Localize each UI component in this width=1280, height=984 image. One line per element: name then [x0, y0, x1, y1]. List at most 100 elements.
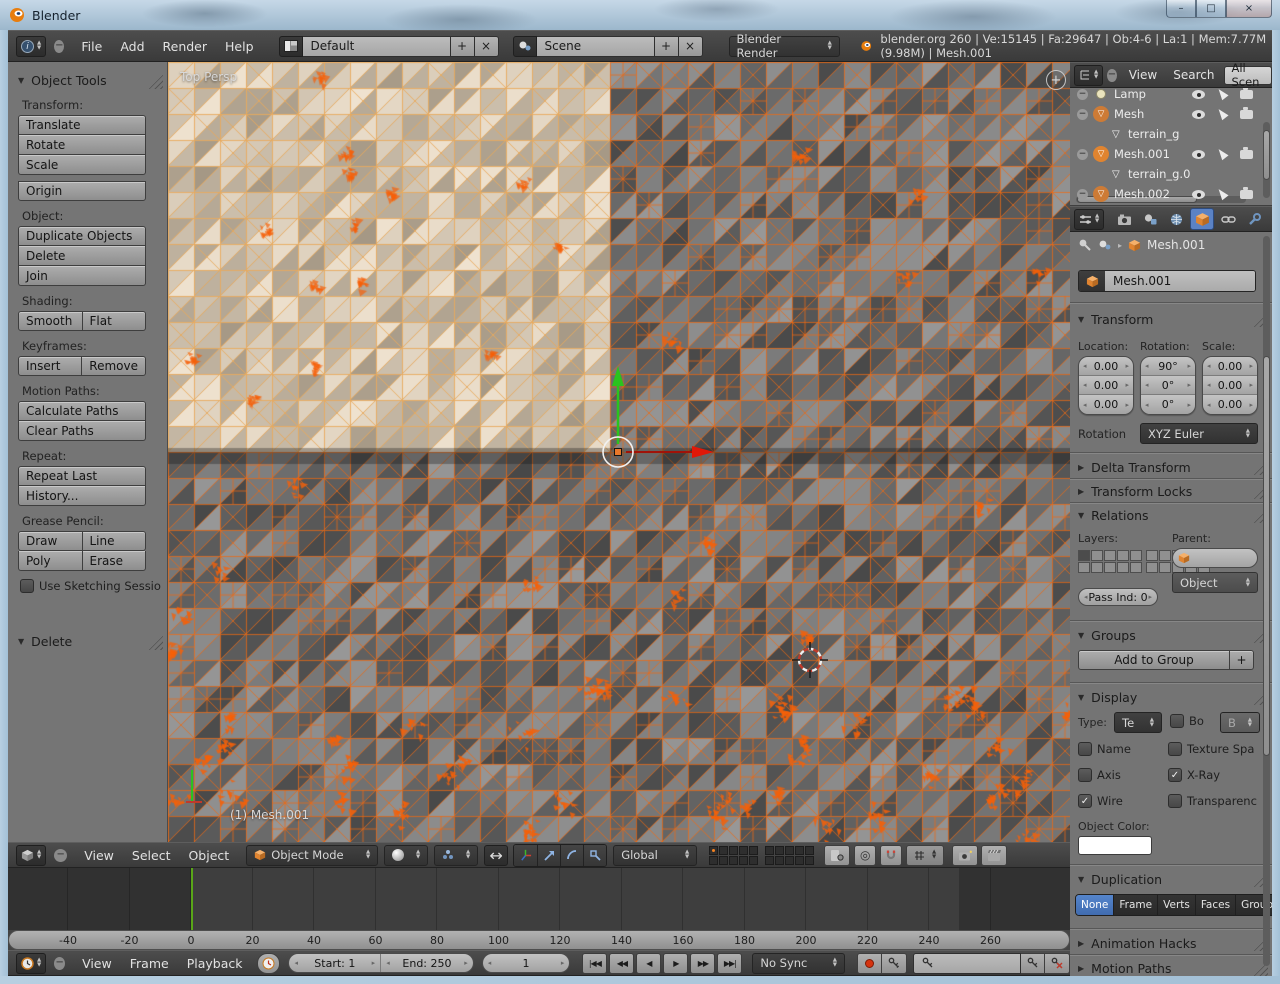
- location-y-field[interactable]: 0.00: [1079, 376, 1133, 395]
- menu-file[interactable]: File: [72, 39, 111, 54]
- layout-name-field[interactable]: Default: [303, 36, 451, 57]
- scene-icon[interactable]: [513, 36, 537, 57]
- keying-mode-icon[interactable]: [882, 953, 907, 974]
- duplicate-objects-button[interactable]: Duplicate Objects: [18, 226, 146, 246]
- view3d-menu-object[interactable]: Object: [179, 848, 238, 863]
- close-button[interactable]: ×: [1226, 0, 1272, 18]
- insert-keyframe-button[interactable]: Insert: [18, 356, 82, 376]
- tab-object[interactable]: [1190, 208, 1214, 230]
- mode-dropdown[interactable]: Object Mode ▲▼: [246, 845, 378, 866]
- current-frame-marker[interactable]: [191, 868, 193, 930]
- add-scene-button[interactable]: +: [655, 36, 679, 57]
- snap-magnet-icon[interactable]: [880, 845, 902, 866]
- sync-mode-dropdown[interactable]: No Sync ▲▼: [752, 953, 845, 974]
- scale-z-field[interactable]: 0.00: [1203, 395, 1257, 414]
- transform-locks-panel-header[interactable]: ▶ Transform Locks: [1070, 480, 1272, 502]
- translate-manipulator[interactable]: [528, 342, 728, 482]
- gp-draw-button[interactable]: Draw: [18, 531, 83, 551]
- play-button[interactable]: ▶: [663, 953, 688, 974]
- renderability-camera-icon[interactable]: [1240, 190, 1253, 199]
- tab-world[interactable]: [1164, 208, 1188, 230]
- gp-erase-button[interactable]: Erase: [83, 551, 147, 571]
- axis-gizmo-icon[interactable]: [514, 845, 537, 866]
- origin-button[interactable]: Origin: [18, 181, 146, 201]
- renderability-camera-icon[interactable]: [1240, 90, 1253, 99]
- end-frame-field[interactable]: End: 250: [381, 954, 473, 972]
- parent-type-dropdown[interactable]: Object ▲▼: [1172, 572, 1258, 593]
- editor-type-selector[interactable]: ▲▼: [16, 845, 46, 866]
- remove-keyframe-button[interactable]: Remove: [82, 356, 146, 376]
- scale-button[interactable]: Scale: [18, 155, 146, 175]
- editor-type-selector[interactable]: ▲▼: [1074, 209, 1104, 230]
- minimize-button[interactable]: –: [1166, 0, 1196, 18]
- visibility-eye-icon[interactable]: [1192, 110, 1205, 119]
- object-name-field[interactable]: Mesh.001: [1078, 270, 1256, 292]
- record-button[interactable]: [857, 953, 882, 974]
- editor-type-selector[interactable]: ▲▼: [1074, 65, 1103, 86]
- groups-panel-header[interactable]: ▼ Groups: [1070, 624, 1272, 646]
- editor-type-selector[interactable]: ▲▼: [16, 953, 46, 974]
- jump-to-start-button[interactable]: |◀◀: [582, 953, 607, 974]
- visibility-eye-icon[interactable]: [1192, 90, 1205, 99]
- display-type-dropdown[interactable]: Te ▲▼: [1114, 712, 1162, 733]
- scene-icon[interactable]: [1098, 239, 1112, 251]
- flat-button[interactable]: Flat: [83, 311, 147, 331]
- add-to-group-button[interactable]: Add to Group: [1078, 650, 1230, 670]
- render-opengl-camera-icon[interactable]: [952, 845, 978, 866]
- collapse-menus-icon[interactable]: −: [54, 849, 67, 862]
- collapse-menus-icon[interactable]: −: [54, 40, 64, 53]
- panel-grip-icon[interactable]: [148, 74, 163, 89]
- pivot-point-dropdown[interactable]: ▲▼: [434, 845, 478, 866]
- jump-to-end-button[interactable]: ▶▶|: [717, 953, 742, 974]
- tab-constraints[interactable]: [1216, 208, 1240, 230]
- delete-keyframe-icon[interactable]: [1045, 953, 1070, 974]
- maximize-button[interactable]: □: [1196, 0, 1226, 18]
- selectability-cursor-icon[interactable]: [1215, 187, 1228, 201]
- translate-button[interactable]: Translate: [18, 115, 146, 135]
- display-name-checkbox[interactable]: ✓ Name: [1078, 742, 1131, 756]
- transform-panel-header[interactable]: ▼ Transform: [1070, 308, 1272, 330]
- smooth-button[interactable]: Smooth: [18, 311, 83, 331]
- time-clock-icon[interactable]: [257, 953, 280, 974]
- selectability-cursor-icon[interactable]: [1215, 107, 1228, 121]
- renderability-camera-icon[interactable]: [1240, 110, 1253, 119]
- visibility-eye-icon[interactable]: [1192, 150, 1205, 159]
- next-keyframe-button[interactable]: ▶▶: [690, 953, 715, 974]
- duplication-frame-option[interactable]: Frame: [1114, 895, 1158, 915]
- current-frame-field[interactable]: 1: [483, 954, 570, 972]
- breadcrumb-object-name[interactable]: Mesh.001: [1147, 238, 1205, 252]
- panel-grip-icon[interactable]: [148, 635, 163, 650]
- tab-render[interactable]: [1112, 208, 1136, 230]
- scale-x-field[interactable]: 0.00: [1203, 357, 1257, 376]
- animation-hacks-panel-header[interactable]: ▶ Animation Hacks: [1070, 932, 1272, 954]
- tab-modifiers[interactable]: [1242, 208, 1266, 230]
- outliner-row-terrain-g[interactable]: ▽ terrain_g: [1070, 124, 1272, 144]
- outliner-row-terrain-g-001[interactable]: ▽ terrain_g.0: [1070, 164, 1272, 184]
- object-color-swatch[interactable]: [1078, 836, 1152, 855]
- translate-gizmo-icon[interactable]: [537, 845, 560, 866]
- gp-poly-button[interactable]: Poly: [18, 551, 83, 571]
- join-button[interactable]: Join: [18, 266, 146, 286]
- visibility-eye-icon[interactable]: [1192, 190, 1205, 199]
- manipulator-toggle-button[interactable]: ↔: [484, 845, 508, 866]
- outliner-scope-dropdown[interactable]: All Scen: [1224, 66, 1272, 85]
- outliner-row-mesh-001[interactable]: − ▽ Mesh.001: [1070, 144, 1272, 164]
- tab-mesh-data[interactable]: [1268, 208, 1272, 230]
- collapse-icon[interactable]: −: [1077, 149, 1088, 160]
- history-button[interactable]: History...: [18, 486, 146, 506]
- pin-icon[interactable]: [1078, 238, 1092, 252]
- start-frame-field[interactable]: Start: 1: [289, 954, 381, 972]
- duplication-panel-header[interactable]: ▼ Duplication: [1070, 868, 1272, 890]
- viewport-layers-grid-left[interactable]: [709, 846, 758, 865]
- add-group-plus-button[interactable]: +: [1230, 650, 1254, 670]
- titlebar[interactable]: Blender – □ ×: [0, 0, 1280, 30]
- selectability-cursor-icon[interactable]: [1215, 147, 1228, 161]
- calculate-paths-button[interactable]: Calculate Paths: [18, 401, 146, 421]
- scene-name-field[interactable]: Scene: [537, 36, 655, 57]
- timeline-menu-frame[interactable]: Frame: [121, 956, 178, 971]
- viewport-layers-grid-right[interactable]: [765, 846, 814, 865]
- collapse-icon[interactable]: −: [1077, 89, 1088, 100]
- delta-transform-panel-header[interactable]: ▶ Delta Transform: [1070, 456, 1272, 478]
- rotation-z-field[interactable]: 0°: [1141, 395, 1195, 414]
- location-x-field[interactable]: 0.00: [1079, 357, 1133, 376]
